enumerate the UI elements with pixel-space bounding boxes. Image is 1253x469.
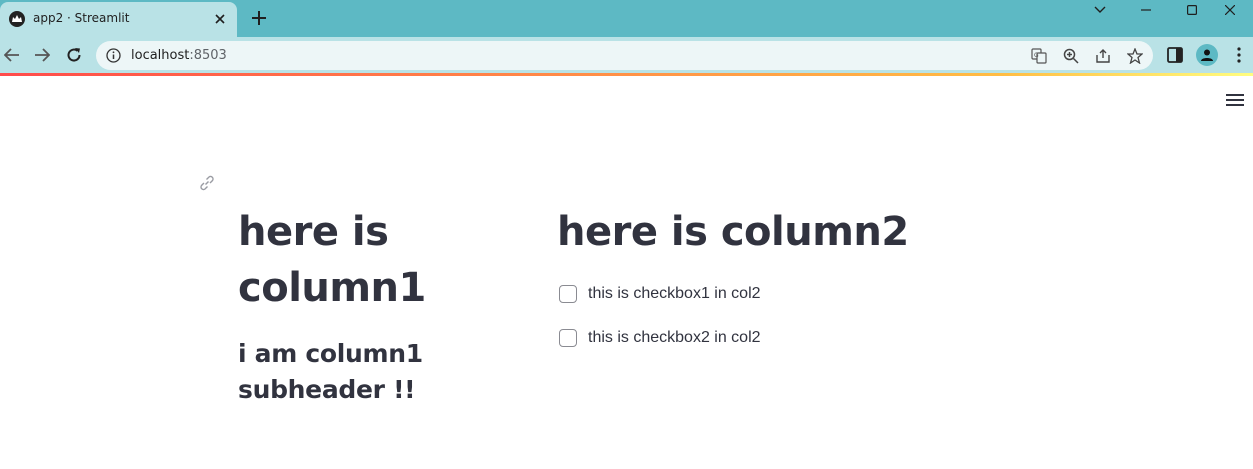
minimize-window-icon[interactable] <box>1123 0 1169 20</box>
streamlit-crown-icon <box>9 11 25 27</box>
column1-header: here is column1 <box>238 209 426 311</box>
checkbox-2-label[interactable]: this is checkbox2 in col2 <box>588 329 761 347</box>
tab-title: app2 · Streamlit <box>33 11 130 25</box>
checkbox-2-box[interactable] <box>559 329 577 347</box>
share-icon[interactable] <box>1094 47 1112 65</box>
reload-icon[interactable] <box>64 45 84 65</box>
tab-search-icon[interactable] <box>1077 0 1123 20</box>
back-arrow-icon[interactable] <box>2 45 22 65</box>
column-1: here is column1 i am column1 subheader !… <box>238 204 518 408</box>
main-menu-icon[interactable] <box>1226 94 1244 108</box>
browser-toolbar: localhost:8503 G <box>0 37 1253 73</box>
zoom-icon[interactable] <box>1062 47 1080 65</box>
url-host: localhost <box>131 48 190 63</box>
svg-text:G: G <box>1034 52 1039 59</box>
address-bar[interactable]: localhost:8503 G <box>96 41 1153 70</box>
side-panel-icon[interactable] <box>1165 45 1185 65</box>
checkbox-2[interactable]: this is checkbox2 in col2 <box>557 326 1057 350</box>
bookmark-star-icon[interactable] <box>1126 47 1144 65</box>
translate-icon[interactable]: G <box>1030 47 1048 65</box>
url-text[interactable]: localhost:8503 <box>131 48 227 63</box>
column1-subheader: i am column1 subheader !! <box>238 339 423 404</box>
column2-header: here is column2 <box>557 209 909 255</box>
column-2: here is column2 this is checkbox1 in col… <box>557 204 1057 350</box>
url-port: :8503 <box>189 48 227 63</box>
header-anchor-link-icon[interactable] <box>198 174 216 192</box>
site-info-icon[interactable] <box>106 48 121 63</box>
checkbox-1-box[interactable] <box>559 285 577 303</box>
checkbox-1[interactable]: this is checkbox1 in col2 <box>557 282 1057 306</box>
close-window-icon[interactable] <box>1207 0 1253 20</box>
browser-tab[interactable]: app2 · Streamlit <box>0 2 237 37</box>
browser-tab-strip: app2 · Streamlit <box>0 0 1253 37</box>
kebab-menu-icon[interactable] <box>1229 45 1249 65</box>
forward-arrow-icon[interactable] <box>32 45 52 65</box>
checkbox-1-label[interactable]: this is checkbox1 in col2 <box>588 285 761 303</box>
profile-avatar-icon[interactable] <box>1196 44 1218 66</box>
new-tab-button[interactable] <box>249 8 269 28</box>
close-tab-icon[interactable] <box>212 11 228 27</box>
